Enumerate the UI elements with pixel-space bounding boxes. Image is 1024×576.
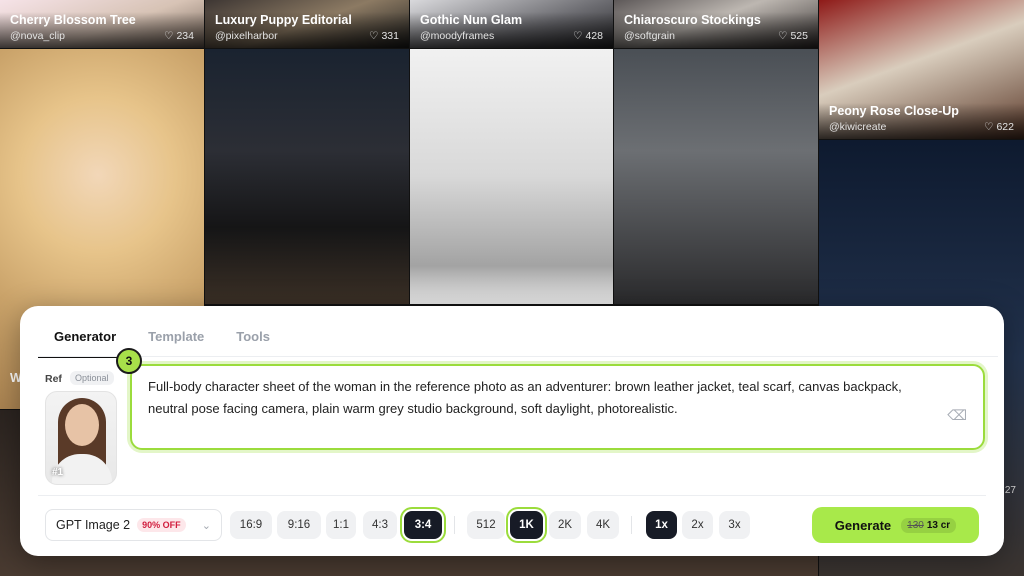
prompt-text: Full-body character sheet of the woman i…	[148, 379, 902, 416]
tile-caption: Luxury Puppy Editorial @pixelharbor 331	[205, 12, 409, 48]
gallery-photo[interactable]	[410, 49, 613, 304]
gallery-tile[interactable]: Peony Rose Close-Up @kiwicreate 622	[819, 0, 1024, 139]
step-badge: 3	[116, 348, 142, 374]
tile-likes-partial: 27	[1004, 485, 1016, 496]
aspect-4-3-button[interactable]: 4:3	[363, 511, 397, 539]
generator-panel: Generator Template Tools Ref Optional #1…	[20, 306, 1004, 556]
resolution-512-button[interactable]: 512	[467, 511, 505, 539]
tile-caption: Cherry Blossom Tree @nova_clip 234	[0, 12, 204, 48]
resolution-2k-button[interactable]: 2K	[549, 511, 581, 539]
resolution-4k-button[interactable]: 4K	[587, 511, 619, 539]
gallery-tile[interactable]: Cherry Blossom Tree @nova_clip 234	[0, 0, 204, 48]
gallery-tile[interactable]: Luxury Puppy Editorial @pixelharbor 331	[205, 0, 409, 48]
separator	[631, 516, 632, 534]
tile-author: @pixelharbor	[215, 30, 278, 42]
tab-template[interactable]: Template	[132, 322, 220, 358]
tile-likes: 622	[984, 121, 1014, 133]
model-select[interactable]: GPT Image 2 90% OFF ⌄	[45, 509, 222, 541]
tile-title: Chiaroscuro Stockings	[624, 13, 761, 27]
discount-badge: 90% OFF	[137, 518, 186, 532]
count-2x-button[interactable]: 2x	[682, 511, 713, 539]
chevron-down-icon: ⌄	[201, 519, 211, 532]
tile-title: Cherry Blossom Tree	[10, 13, 136, 27]
resolution-1k-button[interactable]: 1K	[510, 511, 543, 539]
tile-author: @kiwicreate	[829, 121, 887, 133]
ref-portrait-face	[65, 404, 99, 446]
generate-label: Generate	[834, 517, 892, 533]
ref-label: Ref	[45, 373, 62, 385]
ref-image-number: #1	[52, 467, 64, 478]
aspect-16-9-button[interactable]: 16:9	[230, 511, 272, 539]
panel-tabs: Generator Template Tools	[38, 322, 286, 358]
tab-tools[interactable]: Tools	[220, 322, 286, 358]
count-3x-button[interactable]: 3x	[719, 511, 750, 539]
new-cost: 13 cr	[926, 519, 951, 531]
eraser-icon[interactable]: ⌫	[947, 404, 967, 426]
old-cost: 130	[907, 519, 924, 531]
gallery-tile[interactable]: Gothic Nun Glam @moodyframes 428	[410, 0, 613, 48]
gallery-tile[interactable]: Chiaroscuro Stockings @softgrain 525	[614, 0, 818, 48]
tile-caption: Peony Rose Close-Up @kiwicreate 622	[819, 103, 1024, 139]
aspect-3-4-button[interactable]: 3:4	[404, 511, 442, 539]
count-1x-button[interactable]: 1x	[646, 511, 677, 539]
gallery-photo[interactable]	[614, 49, 818, 304]
tile-likes: 234	[164, 30, 194, 42]
generate-button[interactable]: Generate 130 13 cr	[812, 507, 979, 543]
prompt-input[interactable]: Full-body character sheet of the woman i…	[130, 364, 985, 450]
tile-likes: 525	[778, 30, 808, 42]
gallery-photo[interactable]	[205, 49, 409, 304]
tile-likes: 428	[573, 30, 603, 42]
tile-title: Peony Rose Close-Up	[829, 104, 959, 118]
tile-caption: Gothic Nun Glam @moodyframes 428	[410, 12, 613, 48]
separator	[454, 516, 455, 534]
cost-badge: 130 13 cr	[901, 517, 957, 533]
tile-author: @nova_clip	[10, 30, 66, 42]
aspect-9-16-button[interactable]: 9:16	[277, 511, 321, 539]
tile-title: Luxury Puppy Editorial	[215, 13, 352, 27]
ref-optional-badge: Optional	[70, 371, 114, 385]
tile-caption: Chiaroscuro Stockings @softgrain 525	[614, 12, 818, 48]
model-name: GPT Image 2	[56, 518, 131, 532]
controls-divider	[38, 495, 986, 496]
aspect-1-1-button[interactable]: 1:1	[326, 511, 356, 539]
tile-author: @softgrain	[624, 30, 675, 42]
tab-divider	[38, 356, 998, 357]
tile-title: Gothic Nun Glam	[420, 13, 523, 27]
reference-image[interactable]: #1	[45, 391, 117, 485]
tile-likes: 331	[369, 30, 399, 42]
tile-author: @moodyframes	[420, 30, 495, 42]
